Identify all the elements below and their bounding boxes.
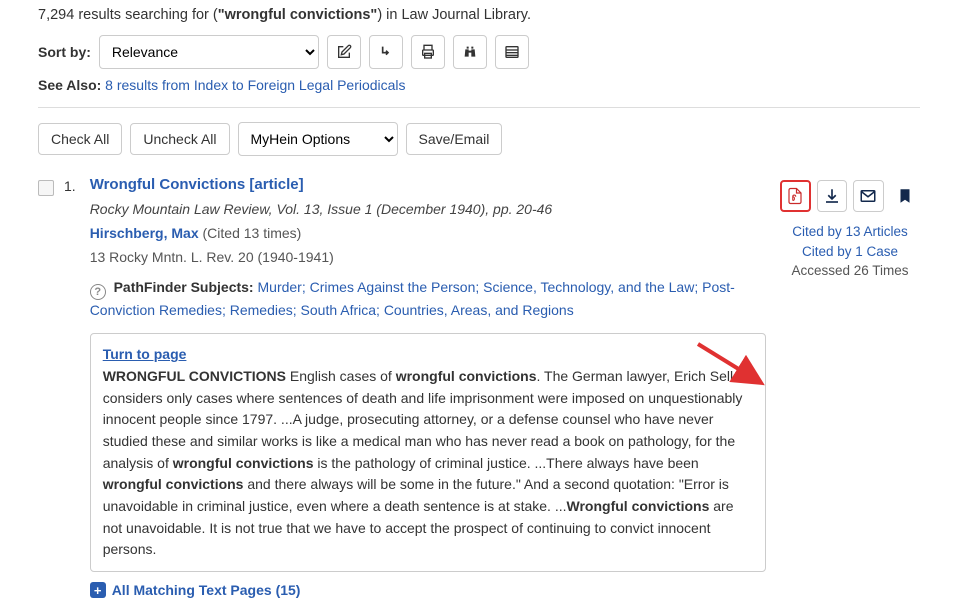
matching-pages-link[interactable]: + All Matching Text Pages (15) <box>90 582 766 598</box>
edit-icon[interactable] <box>327 35 361 69</box>
results-count: 7,294 results searching for ("wrongful c… <box>38 7 531 23</box>
author-link[interactable]: Hirschberg, Max <box>90 225 199 241</box>
sort-by-label: Sort by: <box>38 44 91 60</box>
check-all-button[interactable]: Check All <box>38 123 122 155</box>
turn-to-page-link[interactable]: Turn to page <box>103 346 187 362</box>
pathfinder-subjects[interactable]: ? PathFinder Subjects: Murder; Crimes Ag… <box>90 277 766 321</box>
see-also: See Also: 8 results from Index to Foreig… <box>38 77 920 93</box>
download-icon[interactable] <box>817 180 848 212</box>
result-number: 1. <box>64 178 76 598</box>
divider <box>38 107 920 108</box>
result-checkbox[interactable] <box>38 180 54 196</box>
short-citation: 13 Rocky Mntn. L. Rev. 20 (1940-1941) <box>90 249 766 265</box>
result-citation: Rocky Mountain Law Review, Vol. 13, Issu… <box>90 201 766 217</box>
sort-select[interactable]: Relevance <box>99 35 319 69</box>
arrow-down-right-icon[interactable] <box>369 35 403 69</box>
snippet-text: WRONGFUL CONVICTIONS English cases of wr… <box>103 368 753 558</box>
pdf-icon[interactable] <box>780 180 811 212</box>
accessed-count: Accessed 26 Times <box>780 261 920 281</box>
result-item: 1. Wrongful Convictions [article] Rocky … <box>38 176 920 598</box>
snippet-box: Turn to page WRONGFUL CONVICTIONS Englis… <box>90 333 766 572</box>
email-icon[interactable] <box>853 180 884 212</box>
myhein-select[interactable]: MyHein Options <box>238 122 398 156</box>
help-icon[interactable]: ? <box>90 284 106 300</box>
cited-by-articles[interactable]: Cited by 13 Articles <box>780 222 920 242</box>
list-view-icon[interactable] <box>495 35 529 69</box>
uncheck-all-button[interactable]: Uncheck All <box>130 123 229 155</box>
result-title-link[interactable]: Wrongful Convictions [article] <box>90 176 304 193</box>
cited-count: (Cited 13 times) <box>199 225 302 241</box>
bookmark-icon[interactable] <box>890 180 920 212</box>
cited-by-cases[interactable]: Cited by 1 Case <box>780 242 920 262</box>
plus-icon: + <box>90 582 106 598</box>
print-icon[interactable] <box>411 35 445 69</box>
save-email-button[interactable]: Save/Email <box>406 123 503 155</box>
binoculars-icon[interactable] <box>453 35 487 69</box>
see-also-link[interactable]: 8 results from Index to Foreign Legal Pe… <box>105 77 405 93</box>
